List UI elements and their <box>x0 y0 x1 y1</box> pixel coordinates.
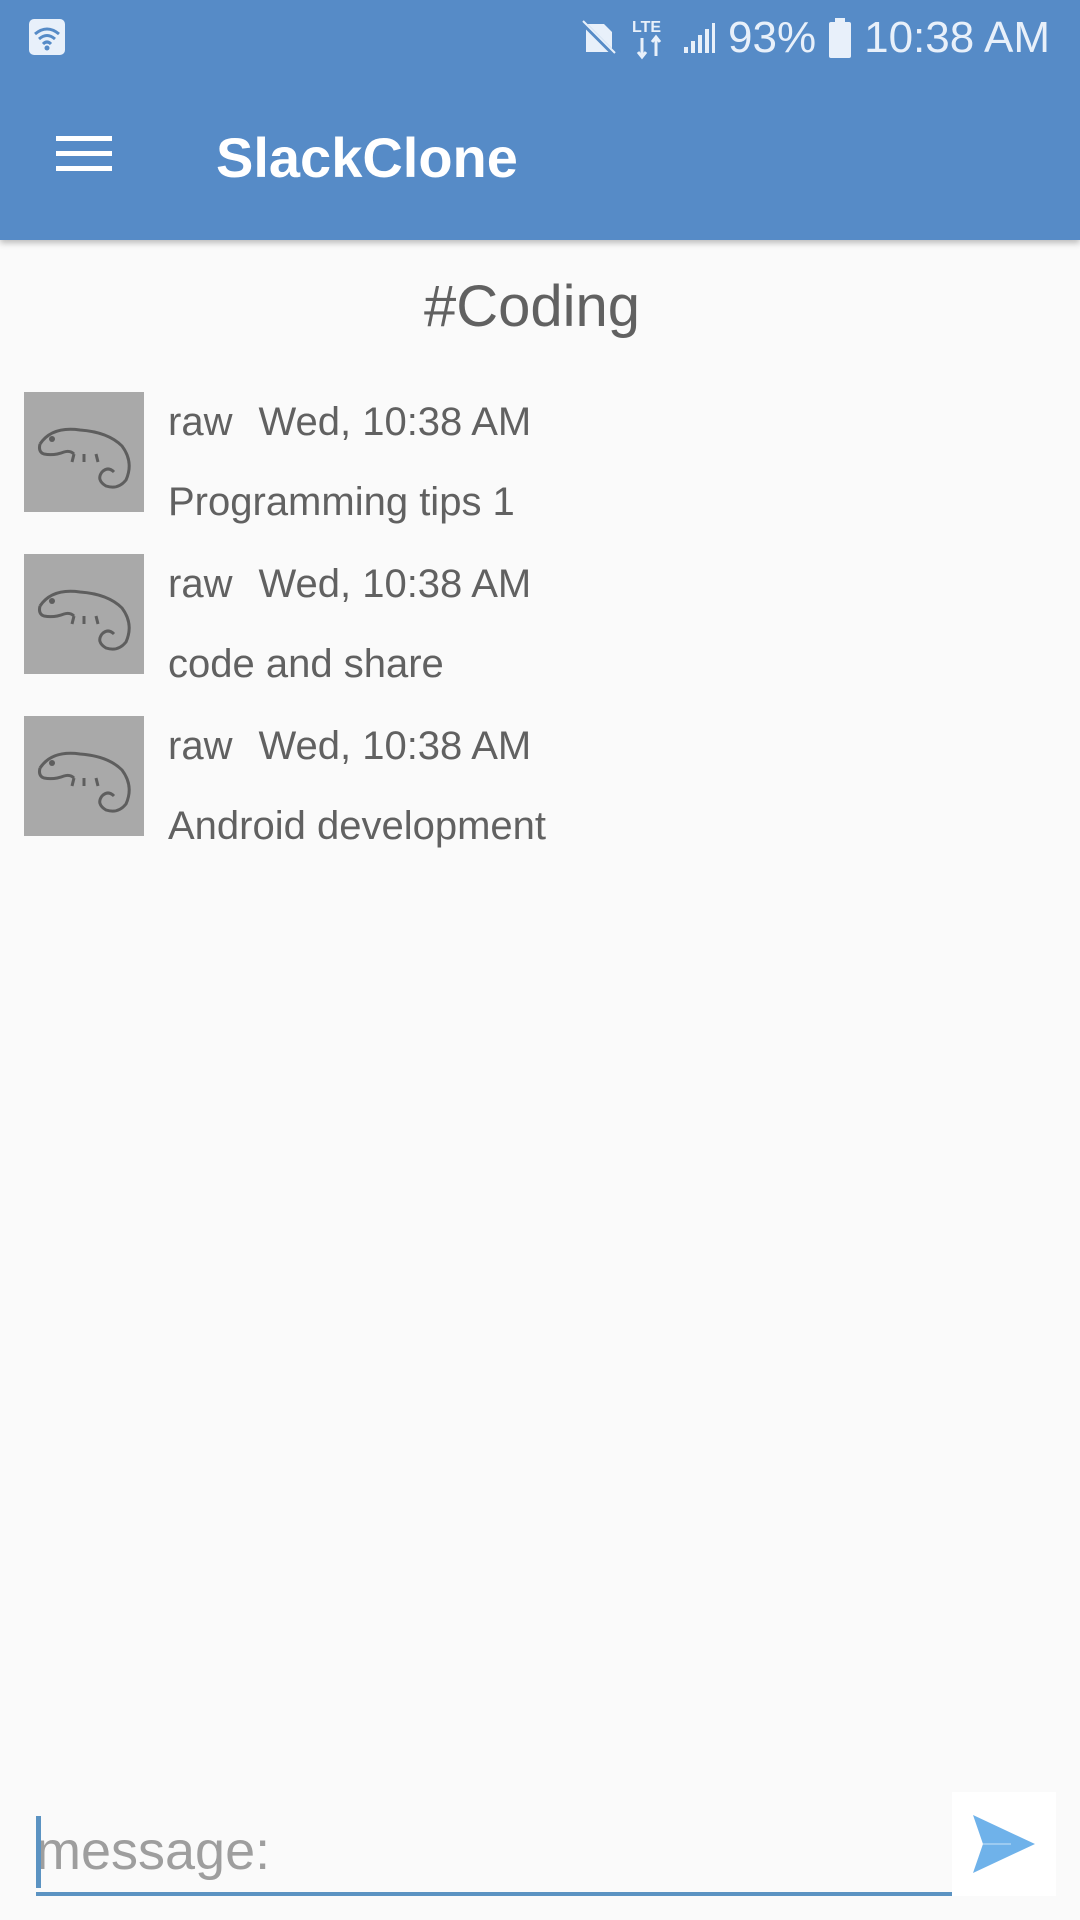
message-text: code and share <box>168 642 444 686</box>
message-item: raw Wed, 10:38 AM Programming tips 1 <box>0 392 1080 554</box>
status-icons: LTE 93% 10:38 AM <box>578 10 1050 66</box>
wifi-icon <box>28 18 66 56</box>
app-title: SlackClone <box>216 126 518 189</box>
message-meta: raw Wed, 10:38 AM <box>168 398 531 446</box>
chameleon-avatar-icon <box>38 589 131 651</box>
message-timestamp: Wed, 10:38 AM <box>258 562 532 606</box>
message-text: Android development <box>168 804 547 848</box>
channel-name: #Coding <box>423 274 641 339</box>
text-cursor <box>36 1816 41 1888</box>
message-item: raw Wed, 10:38 AM code and share <box>0 554 1080 716</box>
avatar[interactable] <box>24 716 144 836</box>
send-icon[interactable] <box>971 1813 1037 1875</box>
no-sim-icon <box>578 18 618 58</box>
signal-icon <box>682 21 716 55</box>
toolbar: SlackClone <box>0 76 1080 240</box>
message-author: raw <box>168 562 233 606</box>
message-item: raw Wed, 10:38 AM Android development <box>0 716 1080 878</box>
lte-icon: LTE <box>630 16 670 60</box>
send-button[interactable] <box>952 1792 1056 1896</box>
message-author: raw <box>168 724 233 768</box>
chameleon-avatar-icon <box>38 751 131 813</box>
avatar[interactable] <box>24 554 144 674</box>
message-meta: raw Wed, 10:38 AM <box>168 722 531 770</box>
hamburger-menu-icon[interactable] <box>56 134 112 174</box>
message-input[interactable] <box>36 1810 1042 1896</box>
message-author: raw <box>168 400 233 444</box>
message-list: raw Wed, 10:38 AM Programming tips 1 raw W… <box>0 392 1080 878</box>
message-timestamp: Wed, 10:38 AM <box>258 400 532 444</box>
battery-level: 93% <box>728 13 817 62</box>
menu-button[interactable] <box>40 116 128 192</box>
chameleon-avatar-icon <box>38 427 131 489</box>
battery-icon <box>828 18 852 58</box>
clock: 10:38 AM <box>864 13 1050 62</box>
message-composer <box>0 1790 1080 1920</box>
app-bar: LTE 93% 10:38 AM SlackClone <box>0 0 1080 240</box>
message-timestamp: Wed, 10:38 AM <box>258 724 532 768</box>
avatar[interactable] <box>24 392 144 512</box>
svg-text:LTE: LTE <box>632 19 661 36</box>
status-bar: LTE 93% 10:38 AM <box>0 0 1080 76</box>
message-text: Programming tips 1 <box>168 480 515 524</box>
message-meta: raw Wed, 10:38 AM <box>168 560 531 608</box>
